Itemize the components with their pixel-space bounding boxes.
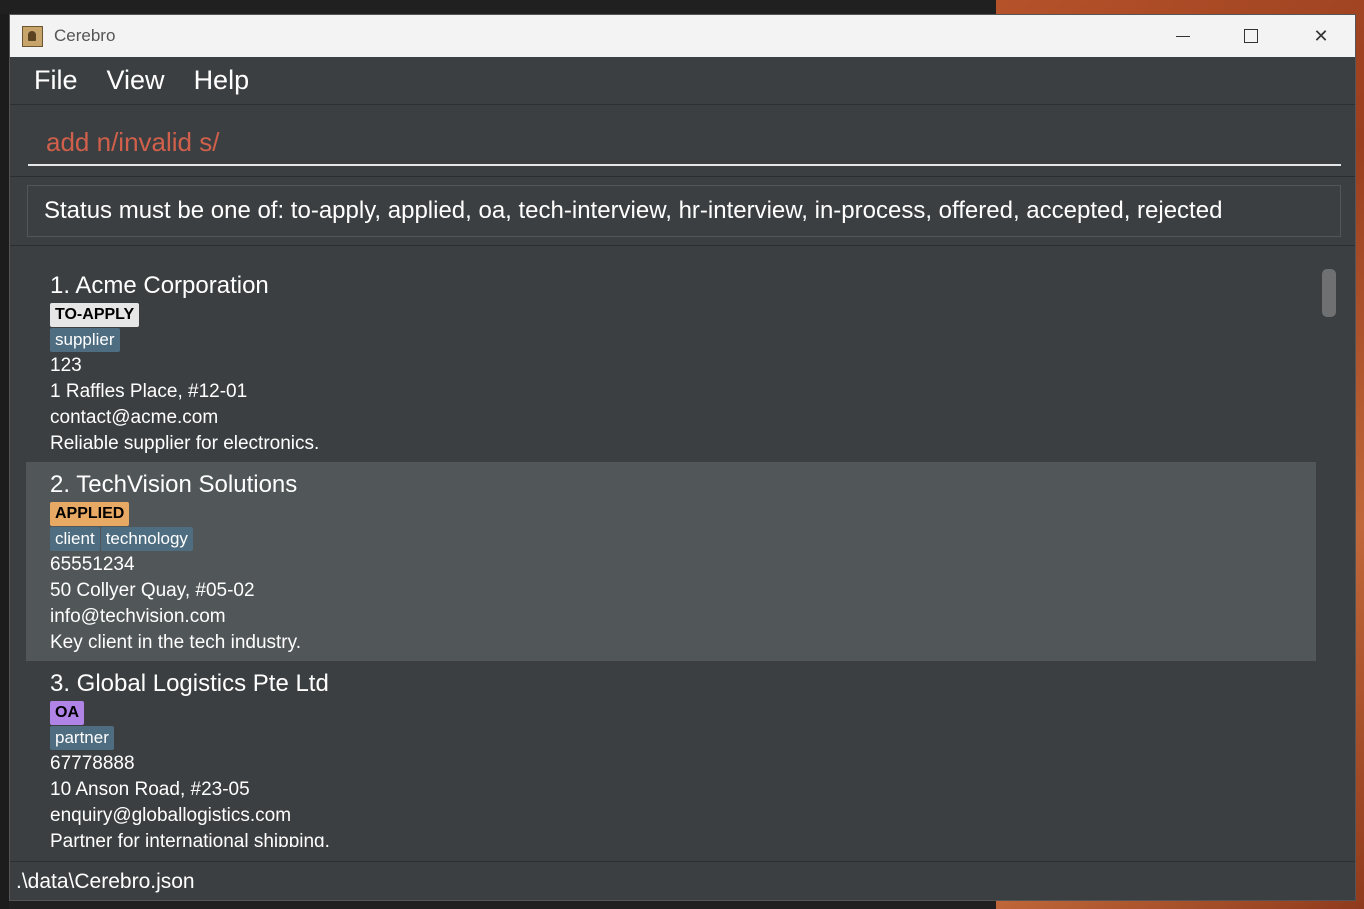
close-button[interactable]: ✕ xyxy=(1286,15,1355,57)
background-terminal-edge xyxy=(0,14,9,909)
company-list[interactable]: 1. Acme Corporation TO-APPLY supplier 12… xyxy=(26,263,1316,847)
company-email: contact@acme.com xyxy=(50,407,219,428)
tag: partner xyxy=(50,726,114,750)
app-icon xyxy=(22,25,43,47)
minimize-icon xyxy=(1176,35,1190,37)
app-window: Cerebro ✕ File View Help add n/invalid s… xyxy=(9,14,1356,901)
scroll-thumb[interactable] xyxy=(1322,269,1336,317)
tag-list: partner xyxy=(50,726,1316,751)
company-remark: Partner for international shipping. xyxy=(50,831,330,847)
data-file-path: .\data\Cerebro.json xyxy=(16,870,195,893)
company-phone: 123 xyxy=(50,355,82,376)
company-remark: Reliable supplier for electronics. xyxy=(50,433,320,454)
close-icon: ✕ xyxy=(1313,25,1329,47)
title-bar: Cerebro ✕ xyxy=(10,15,1355,57)
tag: client xyxy=(50,527,100,551)
status-badge: TO-APPLY xyxy=(50,303,140,327)
maximize-button[interactable] xyxy=(1216,15,1286,57)
status-bar: .\data\Cerebro.json xyxy=(10,861,1355,900)
company-card[interactable]: 2. TechVision Solutions APPLIED client te… xyxy=(26,462,1316,661)
list-scrollbar[interactable] xyxy=(1318,263,1338,847)
company-name: 3. Global Logistics Pte Ltd xyxy=(50,670,329,697)
result-message: Status must be one of: to-apply, applied… xyxy=(44,197,1223,224)
menu-file[interactable]: File xyxy=(34,65,78,96)
company-name: 2. TechVision Solutions xyxy=(50,471,298,498)
menu-bar: File View Help xyxy=(10,57,1355,105)
status-badge: OA xyxy=(50,701,84,725)
company-phone: 67778888 xyxy=(50,753,135,774)
company-email: enquiry@globallogistics.com xyxy=(50,805,292,826)
company-name: 1. Acme Corporation xyxy=(50,272,269,299)
tag: supplier xyxy=(50,328,120,352)
divider xyxy=(10,245,1355,246)
menu-view[interactable]: View xyxy=(107,65,165,96)
tag-list: supplier xyxy=(50,328,1316,353)
status-badge: APPLIED xyxy=(50,502,130,526)
company-address: 1 Raffles Place, #12-01 xyxy=(50,381,248,402)
company-address: 10 Anson Road, #23-05 xyxy=(50,779,250,800)
tag-list: client technology xyxy=(50,527,1316,552)
company-email: info@techvision.com xyxy=(50,606,226,627)
divider xyxy=(10,176,1355,177)
company-remark: Key client in the tech industry. xyxy=(50,632,301,653)
menu-help[interactable]: Help xyxy=(194,65,250,96)
tag: technology xyxy=(100,527,193,551)
company-card[interactable]: 1. Acme Corporation TO-APPLY supplier 12… xyxy=(26,263,1316,462)
company-phone: 65551234 xyxy=(50,554,135,575)
command-text: add n/invalid s/ xyxy=(46,126,220,157)
result-display: Status must be one of: to-apply, applied… xyxy=(27,185,1341,237)
minimize-button[interactable] xyxy=(1148,15,1218,57)
maximize-icon xyxy=(1244,29,1258,43)
company-address: 50 Collyer Quay, #05-02 xyxy=(50,580,255,601)
command-input[interactable]: add n/invalid s/ xyxy=(28,120,1341,166)
window-title: Cerebro xyxy=(54,26,116,45)
company-card[interactable]: 3. Global Logistics Pte Ltd OA partner 6… xyxy=(26,661,1316,847)
